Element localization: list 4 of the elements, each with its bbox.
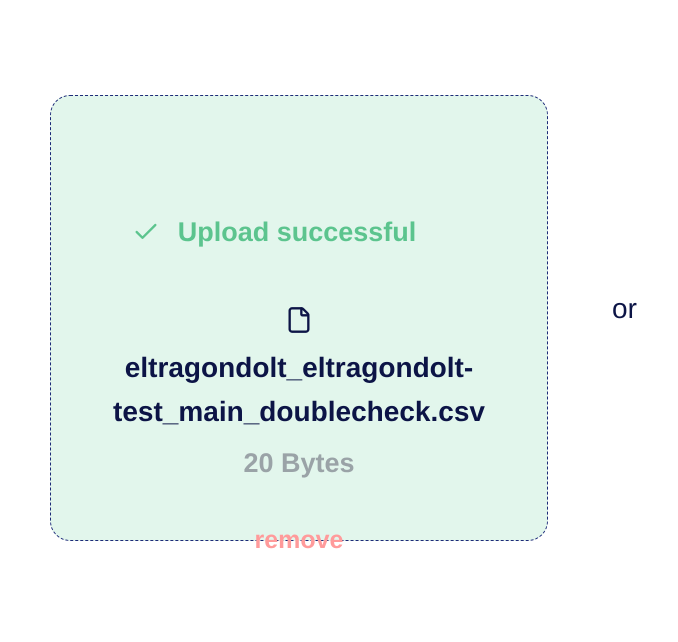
upload-status-text: Upload successful xyxy=(178,217,416,247)
file-name: eltragondolt_eltragondolt-test_main_doublecheck.csv xyxy=(112,351,486,429)
file-size: 20 Bytes xyxy=(243,448,355,478)
or-text: or xyxy=(612,294,637,324)
